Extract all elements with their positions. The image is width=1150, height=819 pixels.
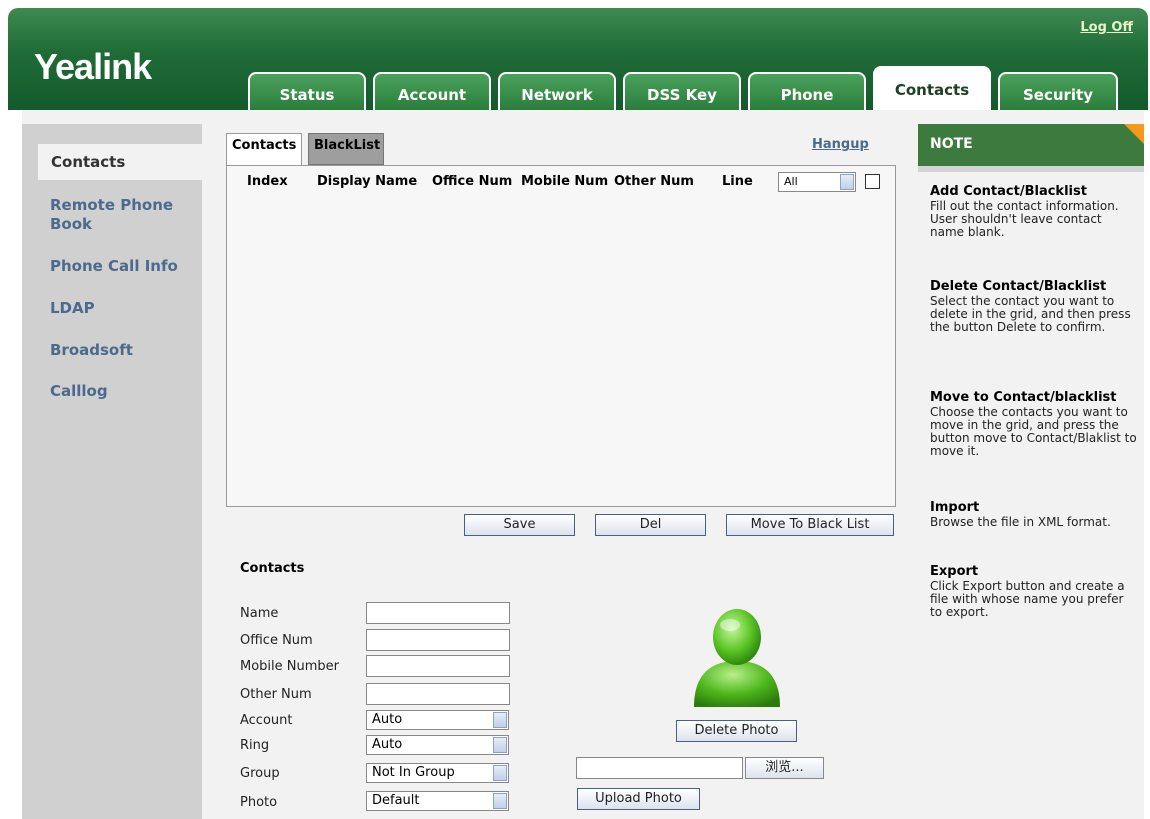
column-line: Line <box>722 174 753 189</box>
upload-photo-button[interactable]: Upload Photo <box>577 788 700 810</box>
chevron-down-icon <box>840 174 854 190</box>
office-num-input[interactable] <box>366 629 510 651</box>
photo-label: Photo <box>240 795 278 810</box>
group-value: Not In Group <box>372 765 455 780</box>
tab-security[interactable]: Security <box>998 72 1118 110</box>
name-input[interactable] <box>366 602 510 624</box>
name-label: Name <box>240 606 279 621</box>
column-other-num: Other Num <box>614 174 694 189</box>
subtab-blacklist[interactable]: BlackList <box>308 133 384 165</box>
save-button[interactable]: Save <box>464 514 575 536</box>
hangup-link[interactable]: Hangup <box>812 137 869 152</box>
column-office-num: Office Num <box>432 174 513 189</box>
ring-value: Auto <box>372 737 403 752</box>
account-label: Account <box>240 713 293 728</box>
tab-status[interactable]: Status <box>248 72 366 110</box>
column-mobile-num: Mobile Num <box>521 174 609 189</box>
subtab-contacts[interactable]: Contacts <box>226 133 302 165</box>
note-section-title: Delete Contact/Blacklist <box>930 279 1107 294</box>
browse-button[interactable]: 浏览... <box>745 757 824 779</box>
contacts-grid <box>226 165 896 507</box>
logoff-link[interactable]: Log Off <box>1080 20 1133 35</box>
line-filter-select[interactable]: All <box>778 172 856 192</box>
yealink-logo: Yealink <box>34 46 152 87</box>
note-panel: NOTE Add Contact/Blacklist Fill out the … <box>918 124 1144 819</box>
move-to-blacklist-button[interactable]: Move To Black List <box>726 514 894 536</box>
tab-account[interactable]: Account <box>373 72 491 110</box>
sidebar: Contacts Remote Phone Book Phone Call In… <box>22 124 202 819</box>
mobile-number-input[interactable] <box>366 655 510 677</box>
account-value: Auto <box>372 712 403 727</box>
group-select[interactable]: Not In Group <box>366 763 509 783</box>
note-section-text: Click Export button and create a file wi… <box>930 579 1125 619</box>
note-section-text: Fill out the contact information. User s… <box>930 199 1119 239</box>
note-section-title: Import <box>930 500 980 515</box>
ring-label: Ring <box>240 738 270 753</box>
group-label: Group <box>240 766 280 781</box>
note-section-title: Export <box>930 564 979 579</box>
sidebar-item-phone-call-info[interactable]: Phone Call Info <box>50 257 190 276</box>
select-all-checkbox[interactable] <box>865 174 880 189</box>
note-section-title: Move to Contact/blacklist <box>930 390 1117 405</box>
note-section-text: Select the contact you want to delete in… <box>930 294 1131 334</box>
delete-button[interactable]: Del <box>595 514 706 536</box>
delete-photo-button[interactable]: Delete Photo <box>676 720 797 742</box>
column-index: Index <box>247 174 288 189</box>
chevron-down-icon <box>493 793 507 809</box>
ring-select[interactable]: Auto <box>366 735 509 755</box>
tab-dss-key[interactable]: DSS Key <box>623 72 741 110</box>
sidebar-item-calllog[interactable]: Calllog <box>50 382 190 401</box>
tab-network[interactable]: Network <box>498 72 616 110</box>
chevron-down-icon <box>493 737 507 753</box>
sidebar-item-remote-phone-book[interactable]: Remote Phone Book <box>50 196 190 234</box>
other-num-input[interactable] <box>366 683 510 705</box>
note-body: Add Contact/Blacklist Fill out the conta… <box>918 172 1144 819</box>
sidebar-item-broadsoft[interactable]: Broadsoft <box>50 341 190 360</box>
chevron-down-icon <box>493 765 507 781</box>
photo-value: Default <box>372 793 420 808</box>
account-select[interactable]: Auto <box>366 710 509 730</box>
column-display-name: Display Name <box>317 174 418 189</box>
chevron-down-icon <box>493 712 507 728</box>
file-path-input[interactable] <box>576 757 743 779</box>
corner-fold-icon <box>1124 124 1144 144</box>
tab-contacts[interactable]: Contacts <box>873 66 991 110</box>
note-title: NOTE <box>918 124 1144 166</box>
note-section-text: Browse the file in XML format. <box>930 515 1111 529</box>
tab-phone[interactable]: Phone <box>748 72 866 110</box>
line-filter-value: All <box>784 175 798 188</box>
mobile-number-label: Mobile Number <box>240 659 339 674</box>
sidebar-item-contacts[interactable]: Contacts <box>38 144 202 180</box>
note-section-title: Add Contact/Blacklist <box>930 184 1087 199</box>
contact-avatar-icon <box>692 603 782 711</box>
photo-select[interactable]: Default <box>366 791 509 811</box>
form-title: Contacts <box>240 561 305 576</box>
office-num-label: Office Num <box>240 633 313 648</box>
note-section-text: Choose the contacts you want to move in … <box>930 405 1137 458</box>
sidebar-item-ldap[interactable]: LDAP <box>50 299 190 318</box>
other-num-label: Other Num <box>240 687 312 702</box>
